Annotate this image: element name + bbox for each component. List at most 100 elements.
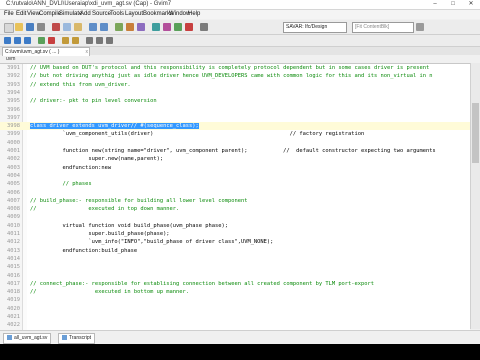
line-number: 3992 (7, 73, 20, 80)
code-segment: // build_phase:- responsible for buildin… (30, 197, 248, 204)
menu-help[interactable]: Help (188, 10, 200, 19)
code-line[interactable]: 4000 (0, 139, 470, 147)
menu-add[interactable]: Add (80, 10, 91, 19)
bottom-tab-transcript[interactable]: Transcript (58, 333, 96, 344)
layout-icon[interactable] (200, 23, 208, 31)
code-segment: // executed in top down manner. (30, 206, 180, 213)
minimize-button[interactable]: – (426, 0, 444, 9)
code-line[interactable]: 3993 // extend this from uvm_driver. (0, 81, 470, 89)
menu-layout[interactable]: Layout (125, 10, 143, 19)
menu-view[interactable]: View (27, 10, 40, 19)
continue-icon[interactable] (38, 37, 45, 44)
bottom-tab-source[interactable]: all_uvm_agt.sv (3, 333, 52, 344)
maximize-button[interactable]: □ (444, 0, 462, 9)
code-line[interactable]: 3995 // driver:- pkt to pin level convers… (0, 97, 470, 105)
code-line[interactable]: 4004 (0, 172, 470, 180)
cut-icon[interactable] (52, 23, 60, 31)
code-text: // connect_phase:- responsible for estab… (30, 280, 374, 288)
code-segment: // executed in bottom up manner. (30, 289, 190, 296)
stop-icon[interactable] (185, 23, 193, 31)
comment-icon[interactable] (106, 37, 113, 44)
break-icon[interactable] (48, 37, 55, 44)
save-icon[interactable] (26, 23, 34, 31)
scrollbar-thumb[interactable] (472, 103, 479, 163)
menu-compile[interactable]: Compile (39, 10, 61, 19)
code-line[interactable]: 3998 class driver extends uvm_driver// #(… (0, 122, 470, 131)
code-text: endfunction:new (30, 164, 111, 172)
code-line[interactable]: 4010 virtual function void build_phase(u… (0, 222, 470, 230)
print-icon[interactable] (37, 23, 45, 31)
code-line[interactable]: 4003 endfunction:new (0, 164, 470, 172)
redo-icon[interactable] (100, 23, 108, 31)
code-line[interactable]: 3999 `uvm_component_utils(driver) // fac… (0, 130, 470, 138)
code-line[interactable]: 4015 (0, 263, 470, 271)
find-icon[interactable] (126, 23, 134, 31)
paste-icon[interactable] (74, 23, 82, 31)
wave-icon[interactable] (163, 23, 171, 31)
code-line[interactable]: 3997 (0, 114, 470, 122)
code-line[interactable]: 4001 function new(string name="driver", … (0, 147, 470, 155)
step-over-icon[interactable] (14, 37, 21, 44)
line-number: 4016 (7, 272, 20, 279)
code-text: `uvm_component_utils(driver) // factory … (30, 130, 364, 138)
code-editor[interactable]: 3991 // UVM based on DUT's protocol and t… (0, 63, 470, 330)
code-text: super.build_phase(phase); (30, 230, 169, 238)
line-number: 4000 (7, 139, 20, 146)
menu-tools[interactable]: Tools (110, 10, 124, 19)
close-button[interactable]: ✕ (462, 0, 480, 9)
code-line[interactable]: 4017 // connect_phase:- responsible for e… (0, 280, 470, 288)
indent-icon[interactable] (86, 37, 93, 44)
code-line[interactable]: 4007 // build_phase:- responsible for bui… (0, 197, 470, 205)
code-line[interactable]: 4013 endfunction:build_phase (0, 247, 470, 255)
code-line[interactable]: 4005 // phases (0, 180, 470, 188)
run-icon[interactable] (174, 23, 182, 31)
new-file-icon[interactable] (4, 23, 14, 33)
layout-select[interactable]: SAVAR: Ifc/Design (283, 22, 347, 33)
outdent-icon[interactable] (96, 37, 103, 44)
menu-file[interactable]: File (4, 10, 14, 19)
search-icon[interactable] (416, 23, 424, 31)
code-line[interactable]: 4018 // executed in bottom up manner. (0, 288, 470, 296)
bottom-tab-bar: all_uvm_agt.sv Transcript (0, 330, 480, 344)
code-line[interactable]: 3992 // but not driving anythig just as i… (0, 72, 470, 80)
menu-source[interactable]: Source (92, 10, 111, 19)
open-folder-icon[interactable] (15, 23, 23, 31)
line-number: 3996 (7, 106, 20, 113)
code-line[interactable]: 4016 (0, 272, 470, 280)
code-line[interactable]: 3991 // UVM based on DUT's protocol and t… (0, 64, 470, 72)
zoom-out-icon[interactable] (72, 37, 79, 44)
code-line[interactable]: 4019 (0, 296, 470, 304)
simulate-icon[interactable] (152, 23, 160, 31)
menu-edit[interactable]: Edit (16, 10, 26, 19)
code-segment: // extend this from uvm_driver. (30, 81, 131, 88)
code-line[interactable]: 4006 (0, 189, 470, 197)
code-line[interactable]: 4021 (0, 313, 470, 321)
code-line[interactable]: 4002 super.new(name,parent); (0, 155, 470, 163)
line-number: 3991 (7, 65, 20, 71)
code-line[interactable]: 4012 `uvm_info("INFO","build_phase of dr… (0, 238, 470, 246)
zoom-in-icon[interactable] (62, 37, 69, 44)
code-segment: // driver:- pkt to pin level conversion (30, 98, 157, 105)
bookmark-icon[interactable] (137, 23, 145, 31)
code-line[interactable]: 4009 (0, 213, 470, 221)
code-line[interactable]: 4008 // executed in top down manner. (0, 205, 470, 213)
close-icon[interactable]: x (86, 48, 89, 56)
line-number: 4003 (7, 164, 20, 171)
code-line[interactable]: 3994 (0, 89, 470, 97)
step-out-icon[interactable] (24, 37, 31, 44)
code-line[interactable]: 3996 (0, 106, 470, 114)
menu-simulate[interactable]: Simulate (59, 10, 82, 19)
code-line[interactable]: 4022 (0, 321, 470, 329)
code-line[interactable]: 4020 (0, 305, 470, 313)
copy-icon[interactable] (63, 23, 71, 31)
code-text: // but not driving anythig just as idle … (30, 72, 432, 80)
step-icon[interactable] (4, 37, 11, 44)
search-input[interactable]: [Fit ContentBlk] (352, 22, 414, 33)
compile-icon[interactable] (115, 23, 123, 31)
vertical-scrollbar[interactable] (470, 63, 480, 329)
undo-icon[interactable] (89, 23, 97, 31)
code-segment: // connect_phase:- responsible for estab… (30, 280, 375, 287)
code-line[interactable]: 4014 (0, 255, 470, 263)
selected-text: class (30, 123, 50, 130)
code-line[interactable]: 4011 super.build_phase(phase); (0, 230, 470, 238)
